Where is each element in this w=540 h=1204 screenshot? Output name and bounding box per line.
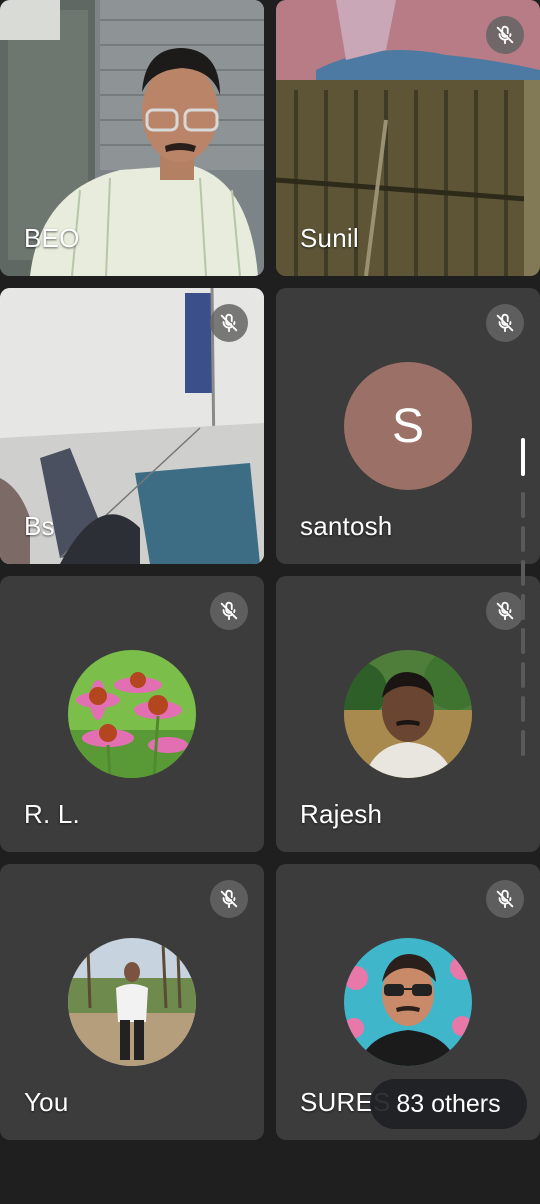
participant-name: Rajesh — [300, 799, 383, 829]
participant-name: Bs — [24, 511, 55, 541]
participant-tile-bs[interactable]: Bs — [0, 288, 264, 564]
avatar — [68, 650, 196, 778]
mic-off-icon — [486, 304, 524, 342]
mic-off-icon — [210, 592, 248, 630]
participant-tile-santosh[interactable]: S santosh — [276, 288, 540, 564]
participant-name: santosh — [300, 511, 393, 541]
avatar-initial: S — [391, 399, 424, 453]
mic-off-icon — [210, 880, 248, 918]
scroll-indicator[interactable] — [520, 438, 526, 758]
avatar — [344, 938, 472, 1066]
mic-off-icon — [486, 16, 524, 54]
participant-tile-sunil[interactable]: Sunil — [276, 0, 540, 276]
participant-name: You — [24, 1087, 69, 1117]
participant-tile-you[interactable]: You — [0, 864, 264, 1140]
meeting-grid: BEO Sunil Bs S santosh R. L. Rajesh You … — [0, 0, 540, 1204]
avatar — [344, 650, 472, 778]
avatar: S — [344, 362, 472, 490]
others-button[interactable]: 83 others — [370, 1079, 527, 1129]
mic-off-icon — [486, 592, 524, 630]
participant-name: R. L. — [24, 799, 80, 829]
mic-off-icon — [210, 304, 248, 342]
participant-tile-rl[interactable]: R. L. — [0, 576, 264, 852]
participant-name: Sunil — [300, 223, 359, 253]
participant-tile-beo[interactable]: BEO — [0, 0, 264, 276]
avatar — [68, 938, 196, 1066]
others-label: 83 others — [396, 1089, 501, 1118]
participant-tile-rajesh[interactable]: Rajesh — [276, 576, 540, 852]
participant-name: BEO — [24, 223, 80, 253]
mic-off-icon — [486, 880, 524, 918]
